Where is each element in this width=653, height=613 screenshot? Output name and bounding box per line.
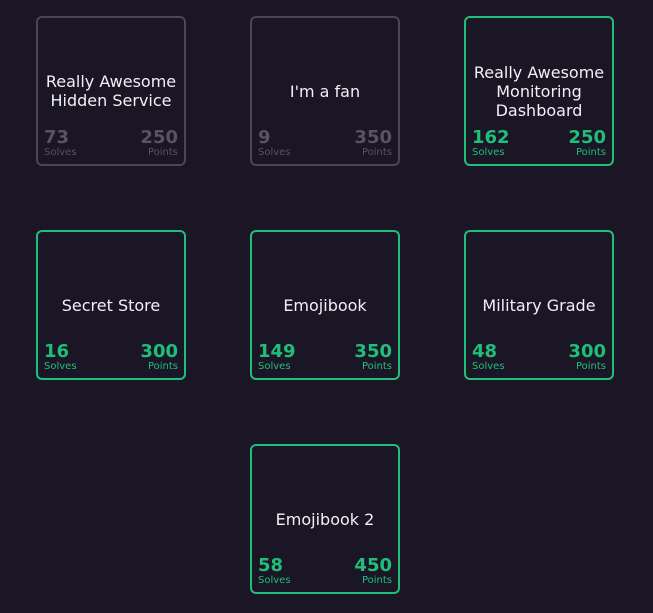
solves-stat: 162 Solves — [472, 129, 510, 158]
points-label: Points — [575, 147, 606, 158]
points-value: 250 — [140, 127, 178, 148]
solves-stat: 73 Solves — [44, 129, 77, 158]
challenge-card-im-a-fan[interactable]: I'm a fan 9 Solves 350 Points — [250, 16, 400, 166]
solves-count: 162 — [472, 127, 510, 148]
points-stat: 250 Points — [140, 129, 178, 158]
solves-count: 9 — [258, 127, 271, 148]
points-label: Points — [361, 575, 392, 586]
points-stat: 450 Points — [354, 557, 392, 586]
points-value: 350 — [354, 127, 392, 148]
solves-label: Solves — [44, 147, 77, 158]
points-label: Points — [147, 147, 178, 158]
solves-count: 48 — [472, 341, 498, 362]
points-label: Points — [361, 147, 392, 158]
solves-stat: 58 Solves — [258, 557, 291, 586]
solves-stat: 48 Solves — [472, 343, 505, 372]
solves-label: Solves — [258, 147, 291, 158]
solves-stat: 149 Solves — [258, 343, 296, 372]
solves-label: Solves — [258, 361, 291, 372]
solves-count: 149 — [258, 341, 296, 362]
challenge-card-really-awesome-hidden-service[interactable]: Really Awesome Hidden Service 73 Solves … — [36, 16, 186, 166]
challenge-grid: Really Awesome Hidden Service 73 Solves … — [0, 0, 653, 613]
solves-label: Solves — [472, 147, 505, 158]
solves-label: Solves — [258, 575, 291, 586]
solves-stat: 9 Solves — [258, 129, 291, 158]
points-value: 250 — [568, 127, 606, 148]
points-stat: 350 Points — [354, 343, 392, 372]
points-value: 350 — [354, 341, 392, 362]
solves-count: 73 — [44, 127, 70, 148]
points-value: 300 — [140, 341, 178, 362]
solves-count: 16 — [44, 341, 70, 362]
points-value: 450 — [354, 555, 392, 576]
solves-stat: 16 Solves — [44, 343, 77, 372]
points-label: Points — [361, 361, 392, 372]
challenge-card-emojibook-2[interactable]: Emojibook 2 58 Solves 450 Points — [250, 444, 400, 594]
solves-label: Solves — [472, 361, 505, 372]
challenge-card-secret-store[interactable]: Secret Store 16 Solves 300 Points — [36, 230, 186, 380]
solves-label: Solves — [44, 361, 77, 372]
points-stat: 300 Points — [568, 343, 606, 372]
points-value: 300 — [568, 341, 606, 362]
challenge-card-really-awesome-monitoring-dashboard[interactable]: Really Awesome Monitoring Dashboard 162 … — [464, 16, 614, 166]
points-stat: 300 Points — [140, 343, 178, 372]
points-stat: 250 Points — [568, 129, 606, 158]
challenge-card-emojibook[interactable]: Emojibook 149 Solves 350 Points — [250, 230, 400, 380]
points-stat: 350 Points — [354, 129, 392, 158]
points-label: Points — [575, 361, 606, 372]
solves-count: 58 — [258, 555, 284, 576]
points-label: Points — [147, 361, 178, 372]
challenge-card-military-grade[interactable]: Military Grade 48 Solves 300 Points — [464, 230, 614, 380]
